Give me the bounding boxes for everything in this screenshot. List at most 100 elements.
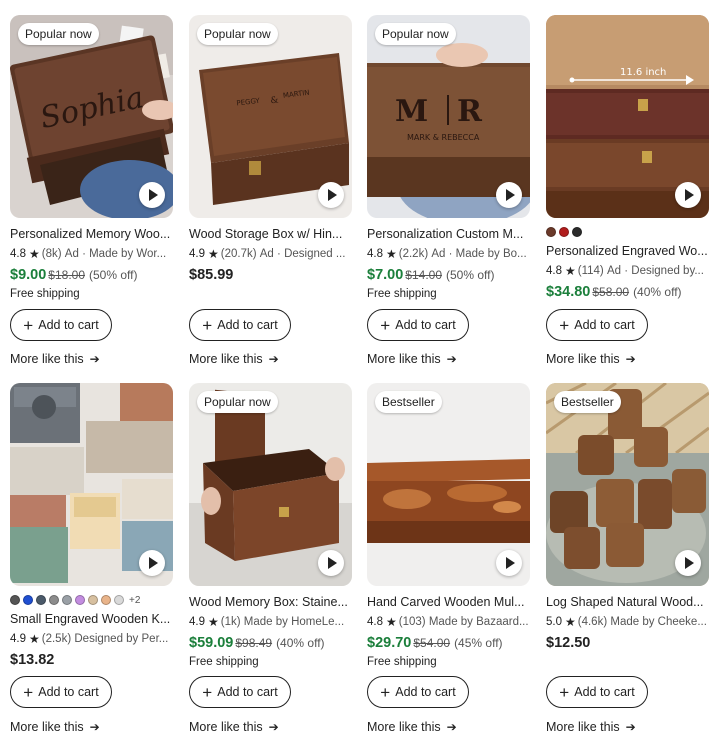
price-row: $9.00 $18.00 (50% off) bbox=[10, 267, 173, 284]
arrow-right-icon: ➔ bbox=[625, 352, 636, 366]
color-swatch[interactable] bbox=[101, 595, 111, 605]
play-icon[interactable] bbox=[318, 182, 344, 208]
play-icon[interactable] bbox=[139, 182, 165, 208]
product-card[interactable]: Bestseller Log Shaped Natural Wood... 5.… bbox=[546, 383, 709, 734]
popular-badge: Popular now bbox=[197, 23, 278, 45]
rating-value: 4.9 bbox=[189, 248, 205, 260]
price-row: $34.80 $58.00 (40% off) bbox=[546, 284, 709, 301]
original-price: $98.49 bbox=[235, 636, 273, 650]
product-title[interactable]: Hand Carved Wooden Mul... bbox=[367, 595, 530, 610]
product-card[interactable]: Popular now Wood Memory Box: Staine... 4… bbox=[189, 383, 352, 734]
star-icon: ★ bbox=[386, 615, 397, 629]
color-swatches[interactable]: +2 bbox=[10, 594, 173, 606]
more-like-this-link[interactable]: More like this ➔ bbox=[189, 720, 279, 734]
review-count: (114) bbox=[577, 265, 604, 277]
product-card[interactable]: +2 Small Engraved Wooden K... 4.9 ★ (2.5k)… bbox=[10, 383, 173, 734]
add-to-cart-label: Add to cart bbox=[217, 685, 278, 699]
discount-label: (50% off) bbox=[89, 268, 138, 282]
popular-badge: Popular now bbox=[375, 23, 456, 45]
more-like-this-link[interactable]: More like this ➔ bbox=[367, 720, 457, 734]
add-to-cart-label: Add to cart bbox=[217, 318, 278, 332]
review-count: (4.6k) bbox=[577, 616, 608, 628]
review-count: (1k) bbox=[220, 616, 241, 628]
more-like-this-label: More like this bbox=[546, 352, 620, 366]
product-image[interactable]: Bestseller bbox=[367, 383, 530, 586]
discount-label: (40% off) bbox=[276, 636, 325, 650]
color-swatch[interactable] bbox=[559, 227, 569, 237]
sale-price: $59.09 bbox=[189, 635, 234, 651]
product-title[interactable]: Log Shaped Natural Wood... bbox=[546, 595, 709, 610]
star-icon: ★ bbox=[29, 632, 40, 646]
color-swatch[interactable] bbox=[75, 595, 85, 605]
product-title[interactable]: Personalization Custom M... bbox=[367, 227, 530, 242]
add-to-cart-button[interactable]: + Add to cart bbox=[546, 309, 648, 341]
rating-value: 4.8 bbox=[546, 265, 562, 277]
rating-value: 4.9 bbox=[10, 633, 26, 645]
product-image[interactable] bbox=[10, 383, 173, 586]
product-title[interactable]: Personalized Memory Woo... bbox=[10, 227, 173, 242]
play-icon[interactable] bbox=[496, 550, 522, 576]
play-icon[interactable] bbox=[675, 550, 701, 576]
add-to-cart-button[interactable]: + Add to cart bbox=[367, 676, 469, 708]
add-to-cart-button[interactable]: + Add to cart bbox=[189, 676, 291, 708]
more-like-this-link[interactable]: More like this ➔ bbox=[10, 720, 100, 734]
price-row: $7.00 $14.00 (50% off) bbox=[367, 267, 530, 284]
product-title[interactable]: Personalized Engraved Wo... bbox=[546, 244, 709, 259]
color-swatch[interactable] bbox=[572, 227, 582, 237]
sale-price: $7.00 bbox=[367, 267, 404, 283]
rating-row: 4.9 ★ (1k) Made by HomeLe... bbox=[189, 615, 352, 629]
color-swatch[interactable] bbox=[546, 227, 556, 237]
more-like-this-link[interactable]: More like this ➔ bbox=[10, 352, 100, 366]
color-swatch[interactable] bbox=[88, 595, 98, 605]
plus-icon: + bbox=[380, 682, 391, 702]
add-to-cart-button[interactable]: + Add to cart bbox=[367, 309, 469, 341]
more-like-this-label: More like this bbox=[189, 720, 263, 734]
product-image[interactable]: M R MARK & REBECCA Popular now bbox=[367, 15, 530, 218]
product-card[interactable]: PEGGY & MARTIN Popular now Wood Storage … bbox=[189, 15, 352, 366]
review-count: (2.2k) bbox=[398, 248, 429, 260]
more-like-this-link[interactable]: More like this ➔ bbox=[546, 720, 636, 734]
play-icon[interactable] bbox=[139, 550, 165, 576]
product-image[interactable]: Bestseller bbox=[546, 383, 709, 586]
add-to-cart-button[interactable]: + Add to cart bbox=[546, 676, 648, 708]
more-like-this-label: More like this bbox=[367, 720, 441, 734]
product-image[interactable]: Popular now bbox=[189, 383, 352, 586]
color-swatch[interactable] bbox=[114, 595, 124, 605]
add-to-cart-button[interactable]: + Add to cart bbox=[10, 309, 112, 341]
arrow-right-icon: ➔ bbox=[89, 352, 100, 366]
add-to-cart-label: Add to cart bbox=[38, 685, 99, 699]
color-swatch[interactable] bbox=[10, 595, 20, 605]
ad-label: Ad bbox=[259, 248, 274, 260]
product-title[interactable]: Wood Memory Box: Staine... bbox=[189, 595, 352, 610]
color-swatch[interactable] bbox=[36, 595, 46, 605]
color-swatch[interactable] bbox=[23, 595, 33, 605]
product-card[interactable]: M R MARK & REBECCA Popular now Personali… bbox=[367, 15, 530, 366]
seller-text: · Made by Wor... bbox=[82, 248, 167, 260]
product-image[interactable]: PEGGY & MARTIN Popular now bbox=[189, 15, 352, 218]
play-icon[interactable] bbox=[675, 182, 701, 208]
product-card[interactable]: Sophia Popular now Personalized Memory W… bbox=[10, 15, 173, 366]
product-card[interactable]: Bestseller Hand Carved Wooden Mul... 4.8… bbox=[367, 383, 530, 734]
star-icon: ★ bbox=[208, 615, 219, 629]
rating-value: 4.8 bbox=[10, 248, 26, 260]
price-row: $12.50 bbox=[546, 635, 709, 652]
add-to-cart-button[interactable]: + Add to cart bbox=[189, 309, 291, 341]
play-icon[interactable] bbox=[496, 182, 522, 208]
rating-row: 5.0 ★ (4.6k) Made by Cheeke... bbox=[546, 615, 709, 629]
product-image[interactable]: Sophia Popular now bbox=[10, 15, 173, 218]
popular-badge: Popular now bbox=[18, 23, 99, 45]
more-like-this-link[interactable]: More like this ➔ bbox=[546, 352, 636, 366]
product-image[interactable]: 11.6 inch bbox=[546, 15, 709, 218]
more-like-this-link[interactable]: More like this ➔ bbox=[367, 352, 457, 366]
more-swatches-count[interactable]: +2 bbox=[129, 595, 140, 606]
play-icon[interactable] bbox=[318, 550, 344, 576]
product-card[interactable]: 11.6 inch Personalized Engraved Wo... 4.… bbox=[546, 15, 709, 366]
product-title[interactable]: Wood Storage Box w/ Hin... bbox=[189, 227, 352, 242]
color-swatch[interactable] bbox=[62, 595, 72, 605]
discount-label: (45% off) bbox=[454, 636, 503, 650]
more-like-this-link[interactable]: More like this ➔ bbox=[189, 352, 279, 366]
color-swatches[interactable] bbox=[546, 226, 709, 238]
product-title[interactable]: Small Engraved Wooden K... bbox=[10, 612, 173, 627]
color-swatch[interactable] bbox=[49, 595, 59, 605]
add-to-cart-button[interactable]: + Add to cart bbox=[10, 676, 112, 708]
